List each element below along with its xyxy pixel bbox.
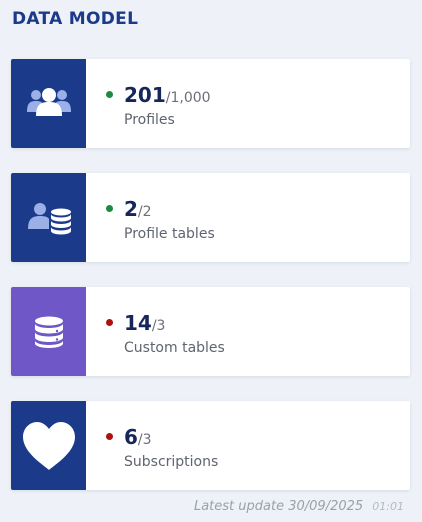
profiles-count: 201 [124, 83, 166, 107]
profile-tables-label: Profile tables [124, 226, 215, 242]
profiles-limit: /1,000 [165, 90, 211, 106]
heart-icon [11, 401, 86, 490]
status-dot-ok [106, 205, 113, 212]
latest-update-label: Latest update [193, 499, 285, 514]
profiles-card[interactable]: 201 /1,000 Profiles [11, 59, 410, 148]
status-dot-over [106, 433, 113, 440]
status-dot-over [106, 319, 113, 326]
subscriptions-card[interactable]: 6 /3 Subscriptions [11, 401, 410, 490]
subscriptions-limit: /3 [137, 432, 152, 448]
status-dot-ok [106, 91, 113, 98]
subscriptions-label: Subscriptions [124, 454, 219, 470]
profiles-label: Profiles [124, 112, 175, 128]
profile-tables-icon [11, 173, 86, 262]
section-title: DATA MODEL [12, 9, 139, 29]
profile-tables-card[interactable]: 2 /2 Profile tables [11, 173, 410, 262]
profile-tables-count: 2 [124, 197, 138, 221]
latest-update: Latest update 30/09/2025 01:01 [194, 499, 404, 514]
custom-tables-count: 14 [124, 311, 152, 335]
profiles-icon [11, 59, 86, 148]
latest-update-time: 01:01 [372, 500, 404, 513]
custom-tables-limit: /3 [151, 318, 166, 334]
custom-tables-card[interactable]: 14 /3 Custom tables [11, 287, 410, 376]
subscriptions-count: 6 [124, 425, 138, 449]
profile-tables-limit: /2 [137, 204, 152, 220]
custom-tables-label: Custom tables [124, 340, 225, 356]
database-icon [11, 287, 86, 376]
latest-update-date: 30/09/2025 [288, 499, 364, 514]
